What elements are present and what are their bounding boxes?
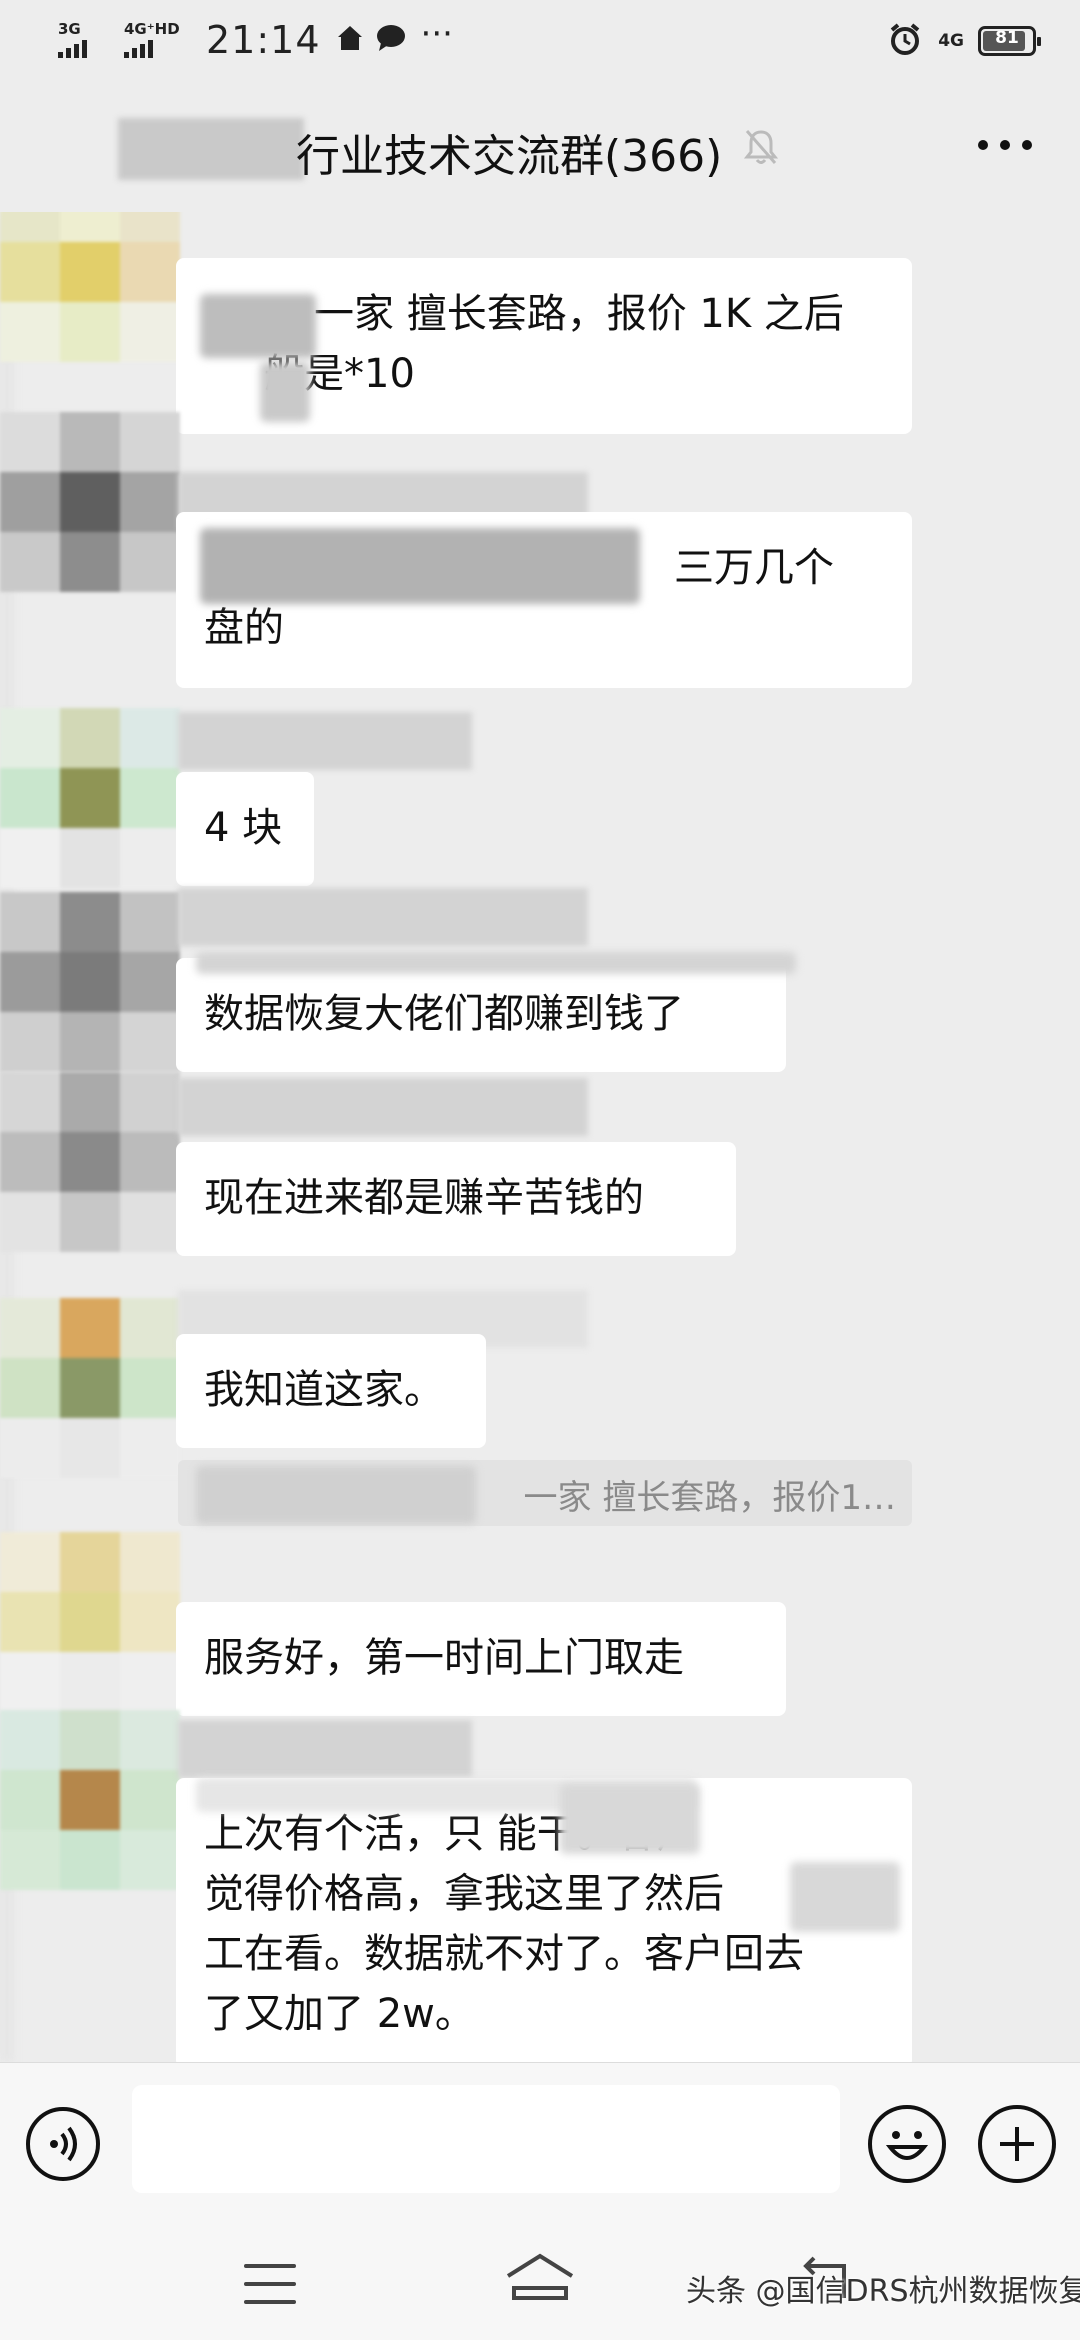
message-text: 了又加了 2w。: [204, 1991, 475, 2037]
more-dots-icon[interactable]: [978, 140, 1032, 150]
avatar[interactable]: [0, 1532, 180, 1712]
watermark: 头条 @国信DRS杭州数据恢复: [686, 2274, 1080, 2309]
title-redaction: [118, 118, 304, 180]
plus-icon[interactable]: [978, 2105, 1056, 2183]
message-text: 我知道这家。: [204, 1367, 444, 1413]
avatar[interactable]: [0, 1072, 180, 1252]
message-bubble[interactable]: 服务好，第一时间上门取走: [176, 1602, 786, 1716]
group-title[interactable]: 行业技术交流群(366): [296, 120, 722, 184]
message-bubble[interactable]: 数据恢复大佬们都赚到钱了: [176, 958, 786, 1072]
battery-level: 81: [995, 28, 1019, 48]
more-notifications-icon: ···: [420, 14, 453, 54]
sim1-label: 3G: [58, 20, 81, 38]
status-bar: 3G 4G⁺HD 21:14 ··· 4G 81: [0, 0, 1080, 84]
sim2-label: 4G⁺HD: [124, 20, 180, 38]
system-nav-bar: 头条 @国信DRS杭州数据恢复: [0, 2222, 1080, 2340]
chat-input-bar: [0, 2062, 1080, 2222]
avatar[interactable]: [0, 1710, 180, 1890]
emoji-icon[interactable]: [868, 2105, 946, 2183]
message-input[interactable]: [132, 2085, 840, 2193]
message-bubble[interactable]: 4 块: [176, 772, 314, 886]
sim1-signal-icon: 3G: [58, 20, 114, 60]
chat-header: 行业技术交流群(366): [0, 90, 1080, 210]
message-bubble[interactable]: 我知道这家。: [176, 1334, 486, 1448]
home-icon[interactable]: [504, 2252, 576, 2312]
avatar[interactable]: [0, 708, 180, 888]
quote-text: 一家 擅长套路，报价1…: [523, 1478, 896, 1518]
message-text: 4 块: [204, 805, 283, 851]
message-bubble[interactable]: 现在进来都是赚辛苦钱的: [176, 1142, 736, 1256]
bell-muted-icon: [743, 128, 779, 170]
avatar[interactable]: [0, 1298, 180, 1478]
battery-icon: 81: [978, 26, 1041, 56]
message-list[interactable]: 一家 擅长套路，报价 1K 之后 般是*10 三万几个 盘的 4 块 数据恢复大…: [0, 212, 1080, 2062]
avatar[interactable]: [0, 412, 180, 592]
message-text: 现在进来都是赚辛苦钱的: [204, 1175, 644, 1221]
alarm-icon: [888, 22, 922, 60]
phone-screen: 3G 4G⁺HD 21:14 ··· 4G 81 行业技术交流群(366) 一家…: [0, 0, 1080, 2340]
network-type: 4G: [938, 31, 964, 51]
home-notification-icon: [335, 23, 365, 57]
avatar[interactable]: [0, 212, 180, 362]
message-text: 上次有个活，只 能干。客户: [204, 1811, 697, 1857]
voice-icon[interactable]: [26, 2107, 100, 2181]
message-text: 服务好，第一时间上门取走: [204, 1635, 684, 1681]
menu-icon[interactable]: [244, 2264, 296, 2304]
message-notification-icon: [375, 23, 407, 57]
message-text: 工在看。数据就不对了。客户回去: [204, 1931, 804, 1977]
message-text: 觉得价格高，拿我这里了然后: [204, 1871, 724, 1917]
sim2-signal-icon: 4G⁺HD: [124, 20, 190, 60]
status-time: 21:14: [206, 18, 321, 62]
message-text: 数据恢复大佬们都赚到钱了: [204, 991, 684, 1037]
message-text: 盘的: [204, 605, 284, 651]
avatar[interactable]: [0, 892, 180, 1072]
